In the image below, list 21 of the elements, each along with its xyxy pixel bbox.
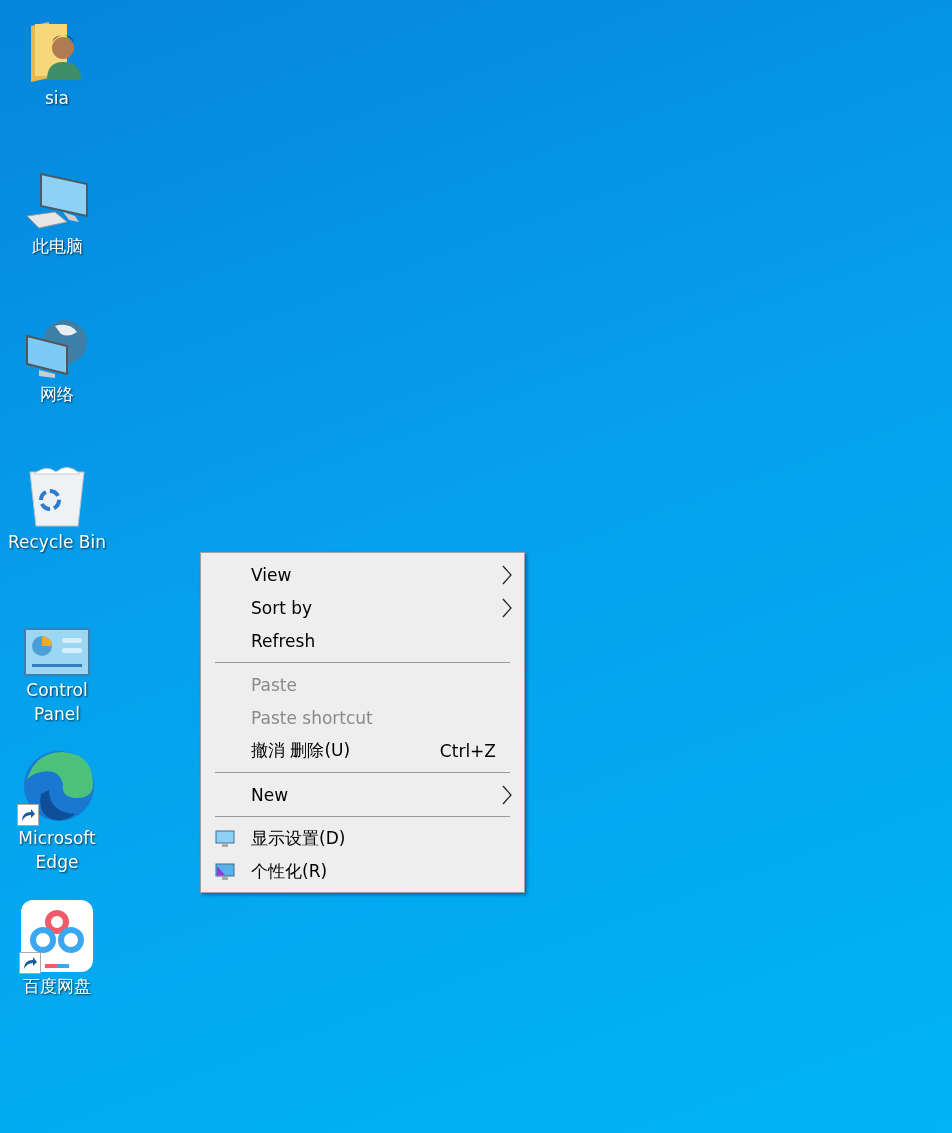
desktop-icon-label[interactable]: Control Panel	[7, 678, 107, 726]
menu-item[interactable]: 撤消 删除(U) Ctrl+Z	[201, 734, 524, 767]
desktop-icon-label[interactable]: Microsoft Edge	[7, 826, 107, 874]
cloud-app-icon[interactable]	[21, 900, 93, 972]
desktop-icon-label[interactable]: sia	[7, 86, 107, 110]
menu-item[interactable]: New	[201, 778, 524, 811]
recycle-bin-icon[interactable]	[28, 464, 86, 528]
menu-item[interactable]: 个性化(R)	[201, 855, 524, 888]
monitor-icon	[215, 828, 235, 849]
computer-icon[interactable]	[25, 172, 89, 232]
menu-item[interactable]: 显示设置(D)	[201, 822, 524, 855]
desktop-icon-label[interactable]: 网络	[7, 382, 107, 406]
menu-item[interactable]: View	[201, 558, 524, 591]
network-computer-icon[interactable]	[25, 318, 89, 380]
control-panel-icon[interactable]	[24, 628, 90, 676]
monitor-brush-icon	[215, 861, 235, 882]
menu-item[interactable]: Sort by	[201, 591, 524, 624]
desktop-icon-label[interactable]: 此电脑	[7, 234, 107, 258]
desktop-icon-label[interactable]: Recycle Bin	[7, 530, 107, 554]
desktop-icon-label[interactable]: 百度网盘	[7, 974, 107, 998]
menu-item[interactable]: Refresh	[201, 624, 524, 657]
